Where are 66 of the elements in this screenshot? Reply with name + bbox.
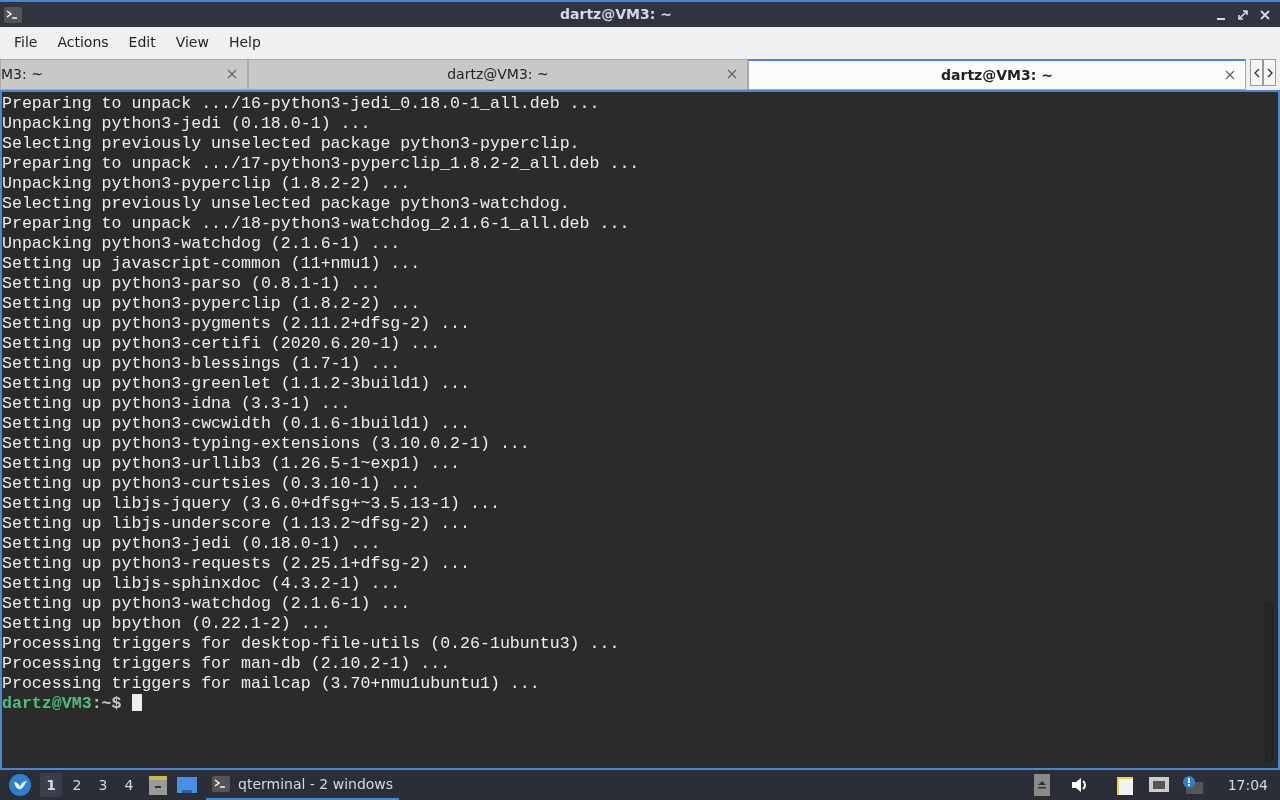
terminal-line: Setting up libjs-underscore (1.13.2~dfsg-2) ... — [2, 514, 472, 534]
chevron-left-icon — [1253, 67, 1260, 78]
prompt-user: dartz@VM3 — [2, 694, 92, 713]
tab[interactable]: dartz@VM3: ~ — [248, 59, 748, 90]
window-title: dartz@VM3: ~ — [560, 6, 672, 22]
terminal-line: Setting up python3-pyperclip (1.8.2-2) ... — [2, 294, 422, 314]
taskbar-button[interactable]: qterminal - 2 windows — [206, 770, 400, 800]
menu-item[interactable]: File — [4, 27, 48, 57]
terminal-line: Setting up python3-blessings (1.7-1) ... — [2, 354, 402, 374]
maximize-icon[interactable] — [1236, 7, 1250, 22]
close-icon[interactable] — [1258, 7, 1272, 22]
terminal-line: Preparing to unpack .../16-python3-jedi_0.18.0-1_all.deb ... — [2, 94, 601, 114]
notification-icon[interactable] — [1181, 775, 1204, 795]
terminal-area[interactable] — [0, 90, 1280, 768]
terminal-line: Preparing to unpack .../17-python3-pyperclip_1.8.2-2_all.deb ... — [2, 154, 641, 174]
volume-icon[interactable] — [1069, 776, 1088, 794]
terminal-line: Setting up python3-certifi (2020.6.20-1) ... — [2, 334, 442, 354]
terminal-line: Setting up python3-cwcwidth (0.1.6-1build1) ... — [2, 414, 472, 434]
desktop-button[interactable]: 1 — [40, 773, 62, 797]
terminal-icon — [212, 776, 230, 792]
terminal-line: Setting up libjs-jquery (3.6.0+dfsg+~3.5.13-1) ... — [2, 494, 501, 514]
menu-item[interactable]: Help — [218, 27, 271, 57]
menu-item[interactable]: Actions — [47, 27, 119, 57]
terminal-line: Selecting previously unselected package python3-pyperclip. — [2, 134, 581, 154]
menu-item[interactable]: Edit — [118, 27, 166, 57]
terminal-line: Unpacking python3-pyperclip (1.8.2-2) ... — [2, 174, 412, 194]
terminal-line: Processing triggers for desktop-file-utils (0.26-1ubuntu3) ... — [2, 634, 621, 654]
desktop-button[interactable]: 2 — [66, 773, 88, 797]
terminal-line: Setting up python3-requests (2.25.1+dfsg-2) ... — [2, 554, 472, 574]
terminal-icon — [4, 6, 22, 23]
clipboard-icon[interactable] — [1115, 774, 1136, 796]
terminal-line: Processing triggers for man-db (2.10.2-1) ... — [2, 654, 452, 674]
tab[interactable]: dartz@VM3: ~ — [748, 59, 1246, 90]
terminal-line: Setting up python3-urllib3 (1.26.5-1~exp1) ... — [2, 454, 462, 474]
file-cabinet-icon[interactable] — [148, 774, 168, 796]
close-icon[interactable] — [1225, 70, 1235, 80]
terminal-line: Setting up javascript-common (11+nmu1) ... — [2, 254, 422, 274]
terminal-line: Setting up python3-parso (0.8.1-1) ... — [2, 274, 382, 294]
terminal-line: Preparing to unpack .../18-python3-watchdog_2.1.6-1_all.deb ... — [2, 214, 631, 234]
terminal-line: Setting up python3-pygments (2.11.2+dfsg-2) ... — [2, 314, 472, 334]
terminal-line: Processing triggers for mailcap (3.70+nmu1ubuntu1) ... — [2, 674, 541, 694]
tab[interactable]: M3: ~ — [0, 59, 248, 90]
terminal-line: Selecting previously unselected package python3-watchdog. — [2, 194, 571, 214]
desktop-button[interactable]: 4 — [118, 773, 140, 797]
scroll-right-button[interactable] — [1263, 59, 1276, 86]
clock: 17:04 — [1227, 775, 1268, 795]
terminal-line: Setting up python3-typing-extensions (3.10.0.2-1) ... — [2, 434, 531, 454]
terminal-line: Setting up bpython (0.22.1-2) ... — [2, 614, 332, 634]
terminal-line: Setting up python3-curtsies (0.3.10-1) ... — [2, 474, 422, 494]
terminal-line: Setting up python3-greenlet (1.1.2-3build1) ... — [2, 374, 472, 394]
terminal-line: Setting up python3-jedi (0.18.0-1) ... — [2, 534, 382, 554]
chevron-right-icon — [1266, 67, 1273, 78]
menu-item[interactable]: View — [165, 27, 219, 57]
terminal-line: Setting up python3-idna (3.3-1) ... — [2, 394, 352, 414]
terminal-line: Setting up python3-watchdog (2.1.6-1) ... — [2, 594, 412, 614]
start-menu-icon[interactable] — [8, 773, 32, 797]
terminal-line: Setting up libjs-sphinxdoc (4.3.2-1) ... — [2, 574, 402, 594]
desktop-button[interactable]: 3 — [92, 773, 114, 797]
eject-icon[interactable] — [1033, 774, 1050, 796]
terminal-line: Unpacking python3-jedi (0.18.0-1) ... — [2, 114, 372, 134]
scroll-left-button[interactable] — [1250, 59, 1263, 86]
cursor — [131, 694, 142, 711]
prompt-path: :~$ — [91, 694, 122, 713]
terminal-line: Unpacking python3-watchdog (2.1.6-1) ... — [2, 234, 402, 254]
desktop-icon[interactable] — [176, 775, 198, 795]
network-icon[interactable] — [1147, 775, 1170, 795]
